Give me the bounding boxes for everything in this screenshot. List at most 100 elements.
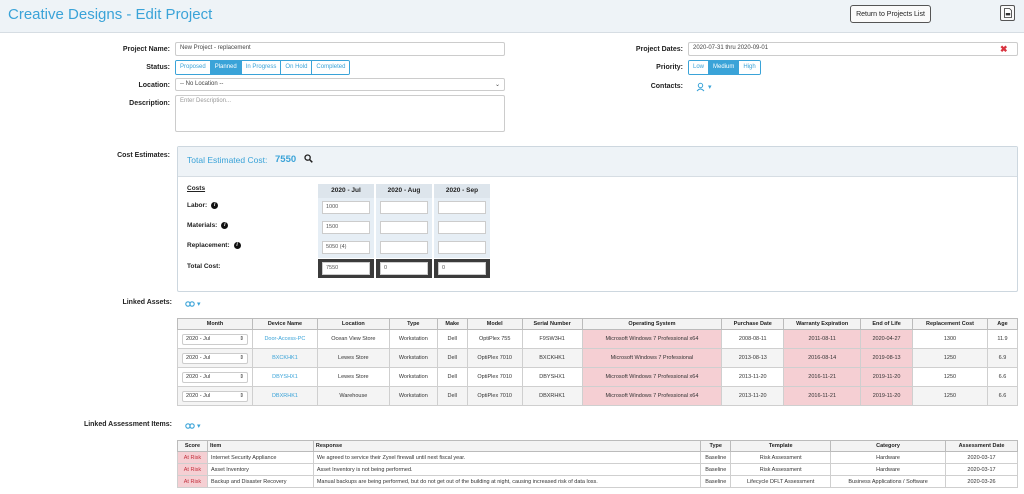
column-header[interactable]: Location bbox=[316, 318, 390, 330]
total-value: 0 bbox=[438, 262, 486, 275]
replacement-cell: 5050 (4) bbox=[318, 238, 374, 258]
description-placeholder: Enter Description... bbox=[180, 98, 232, 104]
close-icon[interactable]: ✖ bbox=[1000, 44, 1008, 55]
replacement-input[interactable]: 5050 (4) bbox=[322, 241, 370, 254]
column-header[interactable]: Score bbox=[177, 440, 208, 452]
chevron-down-icon: ▾ bbox=[197, 423, 201, 430]
column-header[interactable]: Response bbox=[312, 440, 702, 452]
column-header[interactable]: Type bbox=[388, 318, 438, 330]
warranty-cell: 2011-08-11 bbox=[783, 329, 862, 349]
table-row: 2020 - Jul ⇕ DBXRHK1 Warehouse Workstatio… bbox=[177, 386, 1019, 406]
table-row: 2020 - Jul ⇕ Door-Access-PC Ocean View St… bbox=[177, 329, 1019, 349]
top-bar: Creative Designs - Edit Project Return t… bbox=[0, 0, 1024, 33]
month-select[interactable]: 2020 - Jul ⇕ bbox=[181, 390, 248, 402]
device-name-link[interactable]: DBYSHX1 bbox=[251, 367, 318, 387]
column-header[interactable]: Serial Number bbox=[521, 318, 583, 330]
month-select[interactable]: 2020 - Jul ⇕ bbox=[181, 333, 248, 345]
status-proposed[interactable]: Proposed bbox=[176, 61, 211, 74]
serial-cell: DBXRHK1 bbox=[521, 386, 583, 406]
total-value: 0 bbox=[380, 262, 428, 275]
month-cell: 2020 - Jul ⇕ bbox=[177, 367, 253, 387]
sort-icon: ⇕ bbox=[239, 393, 244, 399]
status-selector: Proposed Planned In Progress On Hold Com… bbox=[175, 60, 351, 75]
status-on-hold[interactable]: On Hold bbox=[281, 61, 313, 74]
project-name-input[interactable]: New Project - replacement bbox=[175, 42, 505, 56]
pdf-export-button[interactable] bbox=[1000, 5, 1015, 21]
column-header[interactable]: Template bbox=[730, 440, 832, 452]
device-name-link[interactable]: Door-Access-PC bbox=[251, 329, 318, 349]
materials-input[interactable] bbox=[438, 221, 486, 234]
labor-input[interactable]: 1000 bbox=[322, 201, 370, 214]
purchase-date-cell: 2013-11-20 bbox=[721, 386, 785, 406]
materials-input[interactable] bbox=[380, 221, 428, 234]
replacement-label: Replacement: i bbox=[187, 242, 241, 249]
description-label: Description: bbox=[129, 100, 170, 107]
column-header[interactable]: Age bbox=[986, 318, 1019, 330]
device-name-link[interactable]: DBXRHK1 bbox=[251, 386, 318, 406]
info-icon[interactable]: i bbox=[211, 202, 219, 209]
priority-low[interactable]: Low bbox=[689, 61, 710, 74]
contacts-dropdown[interactable]: ▾ bbox=[696, 82, 712, 92]
project-dates-input[interactable]: 2020-07-31 thru 2020-09-01 bbox=[688, 42, 1018, 56]
location-select[interactable]: -- No Location -- ⌄ bbox=[175, 78, 505, 91]
return-to-projects-button[interactable]: Return to Projects List bbox=[850, 5, 931, 23]
total-cell: 0 bbox=[376, 259, 432, 278]
search-icon[interactable] bbox=[304, 154, 313, 165]
purchase-date-cell: 2013-11-20 bbox=[721, 367, 785, 387]
sort-icon: ⇕ bbox=[239, 336, 244, 342]
response-cell: Asset Inventory is not being performed. bbox=[312, 463, 702, 476]
month-select[interactable]: 2020 - Jul ⇕ bbox=[181, 371, 248, 383]
column-header[interactable]: Month bbox=[177, 318, 253, 330]
item-cell: Asset Inventory bbox=[206, 463, 314, 476]
cost-header: Total Estimated Cost: 7550 bbox=[178, 147, 1017, 177]
column-header[interactable]: Type bbox=[700, 440, 732, 452]
link-icon bbox=[185, 301, 195, 307]
sort-icon: ⇕ bbox=[239, 374, 244, 380]
device-name-link[interactable]: BXCKHK1 bbox=[251, 348, 318, 368]
column-header[interactable]: Category bbox=[830, 440, 946, 452]
column-header[interactable]: Assessment Date bbox=[945, 440, 1018, 452]
contacts-label: Contacts: bbox=[650, 83, 683, 90]
status-completed[interactable]: Completed bbox=[312, 61, 350, 74]
column-header[interactable]: Device Name bbox=[251, 318, 318, 330]
total-cost-label: Total Cost: bbox=[187, 263, 221, 270]
labor-input[interactable] bbox=[380, 201, 428, 214]
age-cell: 6.6 bbox=[986, 367, 1019, 387]
status-planned[interactable]: Planned bbox=[210, 61, 242, 74]
column-header[interactable]: Item bbox=[206, 440, 314, 452]
column-header[interactable]: Purchase Date bbox=[721, 318, 785, 330]
link-assets-dropdown[interactable]: ▾ bbox=[185, 300, 201, 308]
table-row: At Risk Internet Security Appliance We a… bbox=[177, 451, 1018, 464]
column-header[interactable]: Make bbox=[436, 318, 468, 330]
link-assessment-dropdown[interactable]: ▾ bbox=[185, 422, 201, 430]
location-label: Location: bbox=[138, 82, 171, 89]
info-icon[interactable]: i bbox=[221, 222, 229, 229]
priority-medium[interactable]: Medium bbox=[709, 61, 740, 74]
location-cell: Ocean View Store bbox=[316, 329, 390, 349]
cost-estimates-panel: Total Estimated Cost: 7550 Costs Labor: i… bbox=[177, 146, 1018, 292]
materials-input[interactable]: 1500 bbox=[322, 221, 370, 234]
replacement-input[interactable] bbox=[380, 241, 428, 254]
template-cell: Risk Assessment bbox=[730, 463, 832, 476]
column-header[interactable]: Replacement Cost bbox=[912, 318, 988, 330]
info-icon[interactable]: i bbox=[233, 242, 241, 249]
labor-input[interactable] bbox=[438, 201, 486, 214]
month-cell: 2020 - Jul ⇕ bbox=[177, 329, 253, 349]
materials-cell bbox=[434, 218, 490, 238]
labor-cell bbox=[376, 198, 432, 218]
month-header: 2020 - Jul bbox=[318, 184, 374, 198]
column-header[interactable]: Operating System bbox=[581, 318, 723, 330]
status-in-progress[interactable]: In Progress bbox=[241, 61, 282, 74]
type-cell: Workstation bbox=[388, 348, 438, 368]
column-header[interactable]: End of Life bbox=[860, 318, 914, 330]
priority-high[interactable]: High bbox=[739, 61, 760, 74]
score-badge: At Risk bbox=[177, 463, 208, 476]
description-textarea[interactable]: Enter Description... bbox=[175, 95, 505, 132]
replacement-input[interactable] bbox=[438, 241, 486, 254]
column-header[interactable]: Model bbox=[466, 318, 523, 330]
total-estimated-cost-value: 7550 bbox=[275, 154, 297, 165]
month-select[interactable]: 2020 - Jul ⇕ bbox=[181, 352, 248, 364]
month-cell: 2020 - Jul ⇕ bbox=[177, 386, 253, 406]
make-cell: Dell bbox=[436, 367, 468, 387]
column-header[interactable]: Warranty Expiration bbox=[783, 318, 862, 330]
